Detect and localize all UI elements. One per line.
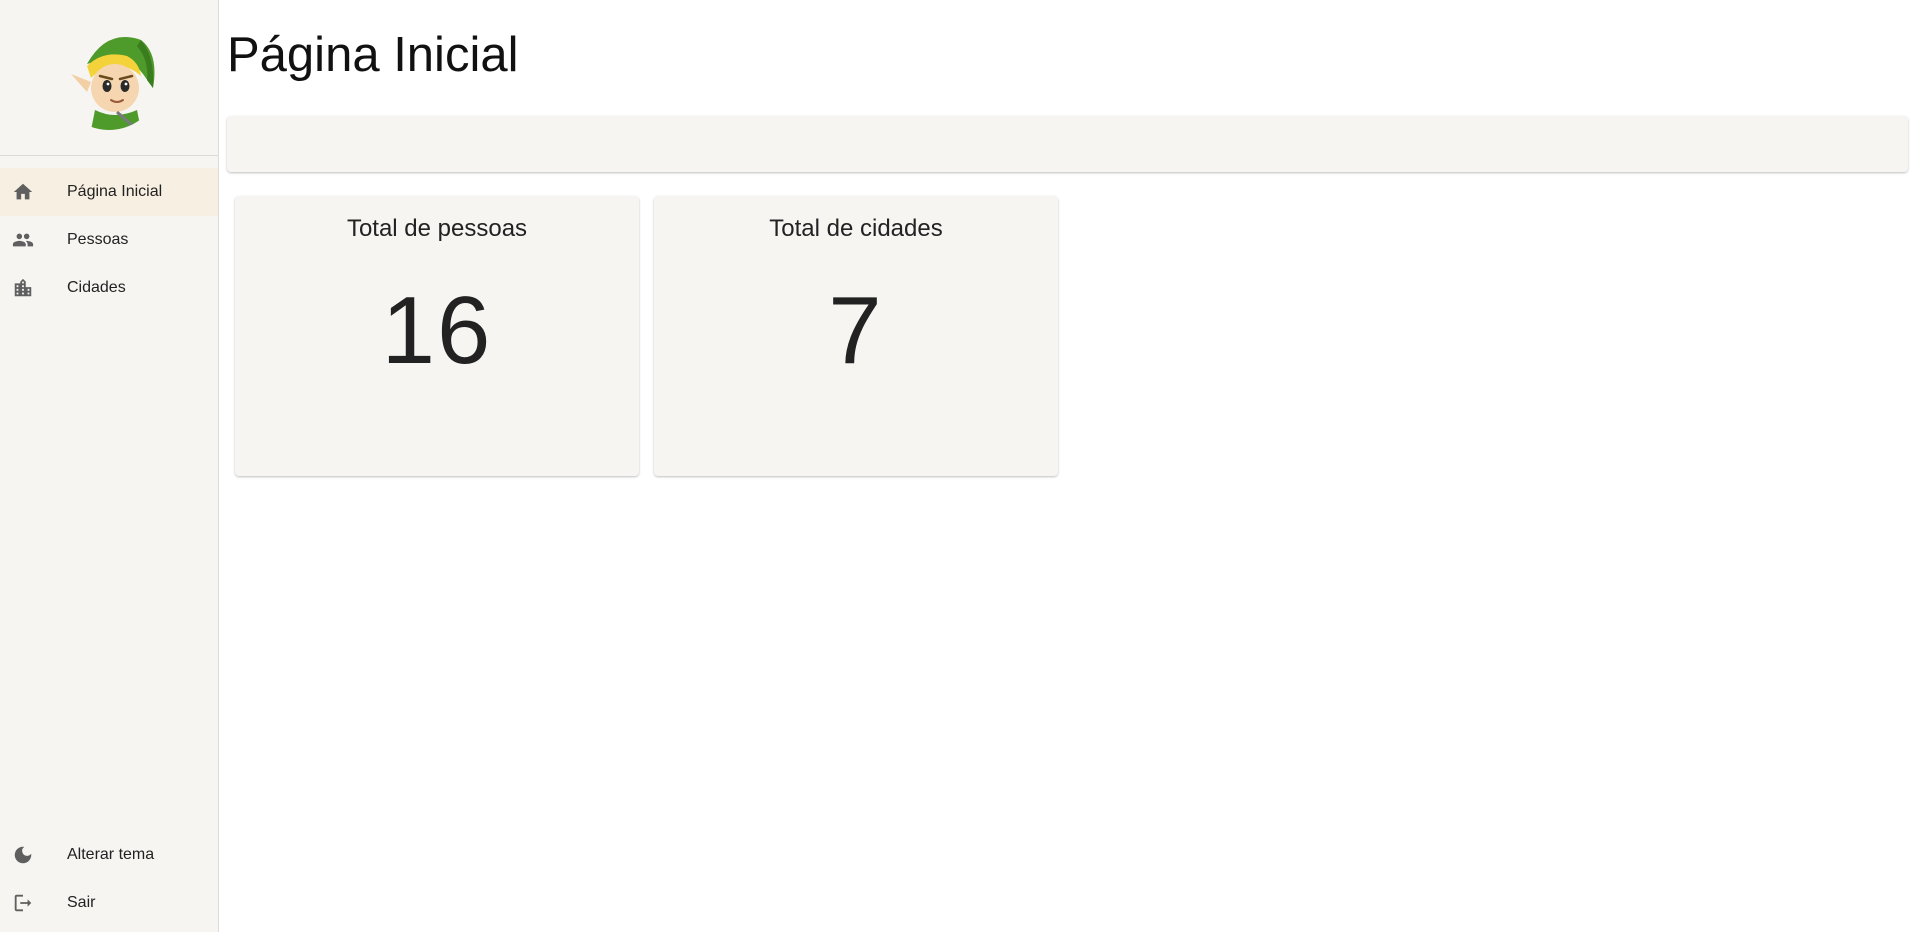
sidebar-nav: Página Inicial Pessoas Cidades (0, 156, 218, 831)
card-total-cidades: Total de cidades 7 (654, 196, 1058, 476)
people-icon (12, 229, 34, 251)
avatar-container (0, 0, 218, 156)
sidebar-item-pessoas[interactable]: Pessoas (0, 216, 218, 264)
page-title: Página Inicial (227, 28, 519, 82)
main-content: Página Inicial Total de pessoas 16 Total… (219, 0, 1910, 932)
logout-icon (12, 892, 34, 914)
sidebar-item-sair[interactable]: Sair (0, 879, 218, 927)
moon-icon (12, 844, 34, 866)
card-total-pessoas: Total de pessoas 16 (235, 196, 639, 476)
app-root: Página Inicial Pessoas Cidades Alterar t… (0, 0, 1910, 932)
card-title: Total de pessoas (346, 215, 528, 242)
sidebar-item-alterar-tema[interactable]: Alterar tema (0, 831, 218, 879)
sidebar-item-label: Página Inicial (67, 183, 163, 200)
avatar (57, 25, 161, 130)
sidebar-item-label: Alterar tema (67, 846, 155, 863)
home-icon (12, 181, 34, 203)
sidebar-item-label: Cidades (67, 279, 126, 296)
sidebar-item-cidades[interactable]: Cidades (0, 264, 218, 312)
sidebar-item-label: Pessoas (67, 231, 129, 248)
sidebar-bottom: Alterar tema Sair (0, 831, 218, 932)
card-value: 7 (828, 277, 884, 384)
link-character-avatar (57, 25, 161, 130)
card-title: Total de cidades (769, 215, 943, 242)
toolbar (227, 116, 1908, 172)
dashboard-cards: Total de pessoas 16 Total de cidades 7 (227, 196, 1908, 476)
city-icon (12, 277, 34, 299)
sidebar: Página Inicial Pessoas Cidades Alterar t… (0, 0, 219, 932)
card-value: 16 (381, 277, 493, 384)
sidebar-item-label: Sair (67, 894, 96, 911)
sidebar-item-pagina-inicial[interactable]: Página Inicial (0, 168, 218, 216)
